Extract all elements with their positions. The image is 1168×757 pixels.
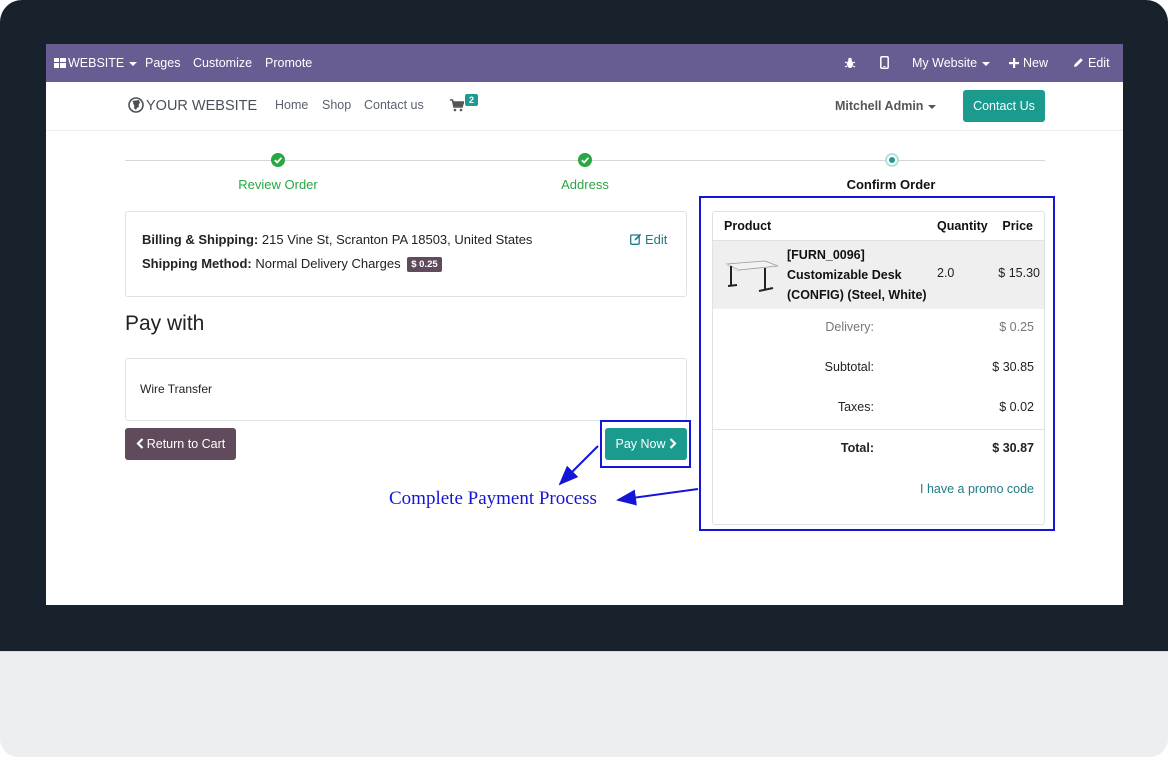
annotation-label: Complete Payment Process bbox=[389, 488, 597, 509]
step-address-check-icon bbox=[578, 153, 592, 167]
my-website-label: My Website bbox=[912, 56, 978, 70]
monitor-stand bbox=[0, 651, 1168, 757]
return-to-cart-label: Return to Cart bbox=[146, 437, 226, 451]
step-address[interactable]: Address bbox=[535, 177, 635, 192]
taxes-value: $ 0.02 bbox=[999, 400, 1034, 414]
user-menu[interactable]: Mitchell Admin bbox=[835, 99, 937, 113]
apps-grid-icon bbox=[54, 58, 66, 68]
nav-contact-us[interactable]: Contact us bbox=[364, 98, 424, 112]
delivery-label: Delivery: bbox=[825, 320, 874, 334]
website-menu[interactable]: WEBSITE bbox=[54, 44, 138, 82]
shipping-method-label: Shipping Method: bbox=[142, 256, 252, 271]
new-label: New bbox=[1023, 56, 1049, 70]
pay-now-label: Pay Now bbox=[615, 437, 666, 451]
step-review-order[interactable]: Review Order bbox=[228, 177, 328, 192]
nav-shop[interactable]: Shop bbox=[322, 98, 351, 112]
chevron-down-icon bbox=[129, 61, 138, 66]
step-review-order-check-icon bbox=[271, 153, 285, 167]
debug-button[interactable] bbox=[844, 44, 856, 82]
total-label: Total: bbox=[840, 441, 874, 455]
edit-address-link[interactable]: Edit bbox=[630, 232, 667, 247]
edit-icon bbox=[630, 233, 642, 245]
monitor: WEBSITE Pages Customize Promote My Websi… bbox=[0, 0, 1168, 757]
product-price: $ 15.30 bbox=[998, 266, 1040, 280]
nav-home[interactable]: Home bbox=[275, 98, 308, 112]
product-name-line-3: (CONFIG) (Steel, White) bbox=[787, 288, 927, 302]
pay-with-heading: Pay with bbox=[125, 312, 205, 335]
chevron-down-icon bbox=[982, 61, 991, 66]
product-name-line-2: Customizable Desk bbox=[787, 268, 902, 282]
chevron-left-icon bbox=[136, 438, 144, 449]
product-quantity: 2.0 bbox=[937, 266, 955, 280]
pages-menu[interactable]: Pages bbox=[145, 44, 180, 82]
address-card: Billing & Shipping: 215 Vine St, Scranto… bbox=[125, 211, 687, 297]
promote-menu[interactable]: Promote bbox=[265, 44, 312, 82]
billing-address: 215 Vine St, Scranton PA 18503, United S… bbox=[261, 232, 533, 247]
promo-code-link[interactable]: I have a promo code bbox=[920, 482, 1034, 496]
cart-count-badge: 2 bbox=[465, 94, 479, 106]
customize-menu[interactable]: Customize bbox=[193, 44, 252, 82]
return-to-cart-button[interactable]: Return to Cart bbox=[125, 428, 236, 460]
mobile-preview-button[interactable] bbox=[880, 44, 889, 82]
payment-option-wire-transfer[interactable]: Wire Transfer bbox=[140, 382, 212, 396]
delivery-value: $ 0.25 bbox=[999, 320, 1034, 334]
chevron-down-icon bbox=[928, 104, 937, 109]
subtotal-label: Subtotal: bbox=[824, 360, 874, 374]
step-confirm-order-dot-icon bbox=[885, 153, 899, 167]
subtotal-value: $ 30.85 bbox=[992, 360, 1034, 374]
bug-icon bbox=[844, 57, 856, 68]
product-row: [FURN_0096] Customizable Desk (CONFIG) (… bbox=[713, 241, 1044, 309]
desk-product-image bbox=[725, 260, 779, 292]
edit-button[interactable]: Edit bbox=[1073, 44, 1110, 82]
shipping-price-badge: $ 0.25 bbox=[407, 257, 442, 272]
payment-methods-card: Wire Transfer bbox=[125, 358, 687, 421]
plus-icon bbox=[1009, 58, 1019, 68]
billing-shipping-line: Billing & Shipping: 215 Vine St, Scranto… bbox=[142, 232, 532, 247]
site-logo[interactable]: YOUR WEBSITE bbox=[128, 97, 257, 114]
shipping-method-line: Shipping Method: Normal Delivery Charges… bbox=[142, 256, 442, 272]
step-confirm-order: Confirm Order bbox=[846, 177, 936, 192]
column-header-price: Price bbox=[1002, 219, 1033, 233]
site-header: YOUR WEBSITE Home Shop Contact us 2 Mitc… bbox=[46, 82, 1123, 131]
shopping-cart-icon bbox=[450, 99, 464, 112]
order-summary-card: Product Quantity Price [FURN_0096] Custo… bbox=[712, 211, 1045, 525]
pay-now-button[interactable]: Pay Now bbox=[605, 428, 687, 460]
edit-address-label: Edit bbox=[645, 232, 668, 247]
user-name: Mitchell Admin bbox=[835, 99, 924, 113]
browser-screen: WEBSITE Pages Customize Promote My Websi… bbox=[46, 44, 1123, 605]
column-header-product: Product bbox=[724, 219, 772, 233]
shipping-method-value: Normal Delivery Charges bbox=[255, 256, 401, 271]
contact-us-button[interactable]: Contact Us bbox=[963, 90, 1045, 122]
product-name[interactable]: [FURN_0096] Customizable Desk (CONFIG) (… bbox=[787, 245, 937, 305]
website-menu-label: WEBSITE bbox=[68, 56, 125, 70]
new-button[interactable]: New bbox=[1009, 44, 1048, 82]
edit-label: Edit bbox=[1088, 56, 1110, 70]
site-logo-text: YOUR WEBSITE bbox=[146, 98, 258, 114]
column-header-quantity: Quantity bbox=[937, 219, 988, 233]
taxes-label: Taxes: bbox=[837, 400, 874, 414]
billing-label: Billing & Shipping: bbox=[142, 232, 259, 247]
total-value: $ 30.87 bbox=[992, 441, 1034, 455]
my-website-menu[interactable]: My Website bbox=[912, 44, 991, 82]
mobile-icon bbox=[880, 56, 889, 69]
admin-bar: WEBSITE Pages Customize Promote My Websi… bbox=[46, 44, 1123, 82]
chevron-right-icon bbox=[669, 438, 677, 449]
globe-icon bbox=[128, 97, 144, 113]
total-divider bbox=[713, 429, 1044, 430]
pencil-icon bbox=[1074, 58, 1083, 67]
product-name-line-1: [FURN_0096] bbox=[787, 248, 865, 262]
